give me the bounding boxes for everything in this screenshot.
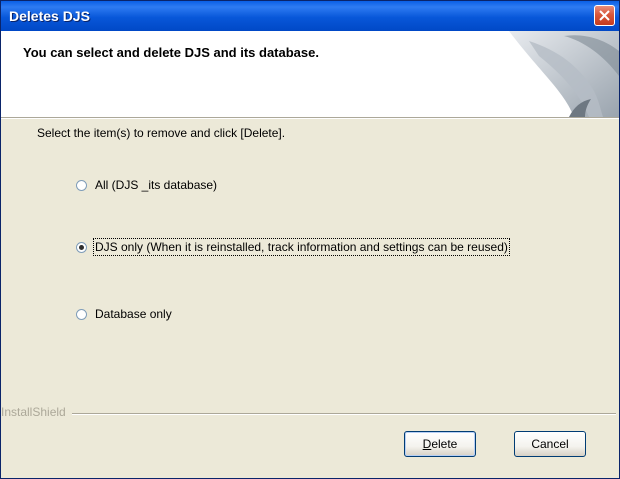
close-button[interactable]: [594, 5, 615, 26]
delete-button[interactable]: Delete: [404, 431, 476, 457]
window-title: Deletes DJS: [9, 8, 90, 24]
installshield-graphic-icon: [509, 31, 619, 117]
radio-button[interactable]: [76, 308, 87, 320]
installshield-label: InstallShield: [1, 405, 72, 419]
close-icon: [599, 10, 610, 21]
radio-label: Database only: [95, 307, 172, 321]
radio-option-djs-only[interactable]: DJS only (When it is reinstalled, track …: [76, 238, 510, 256]
instruction-text: Select the item(s) to remove and click […: [37, 126, 286, 140]
title-bar[interactable]: Deletes DJS: [1, 1, 619, 31]
dialog-window: Deletes DJS You can select and delete DJ…: [0, 0, 620, 479]
radio-label: DJS only (When it is reinstalled, track …: [93, 238, 510, 256]
radio-button[interactable]: [76, 241, 87, 253]
radio-label: All (DJS _its database): [95, 178, 218, 192]
radio-button[interactable]: [76, 179, 87, 191]
cancel-button[interactable]: Cancel: [514, 431, 586, 457]
cancel-button-label: Cancel: [531, 437, 569, 451]
header-title: You can select and delete DJS and its da…: [23, 45, 319, 60]
radio-option-database-only[interactable]: Database only: [76, 307, 172, 321]
radio-option-all[interactable]: All (DJS _its database): [76, 178, 217, 192]
delete-button-label: Delete: [422, 437, 458, 451]
header-panel: You can select and delete DJS and its da…: [1, 31, 619, 117]
